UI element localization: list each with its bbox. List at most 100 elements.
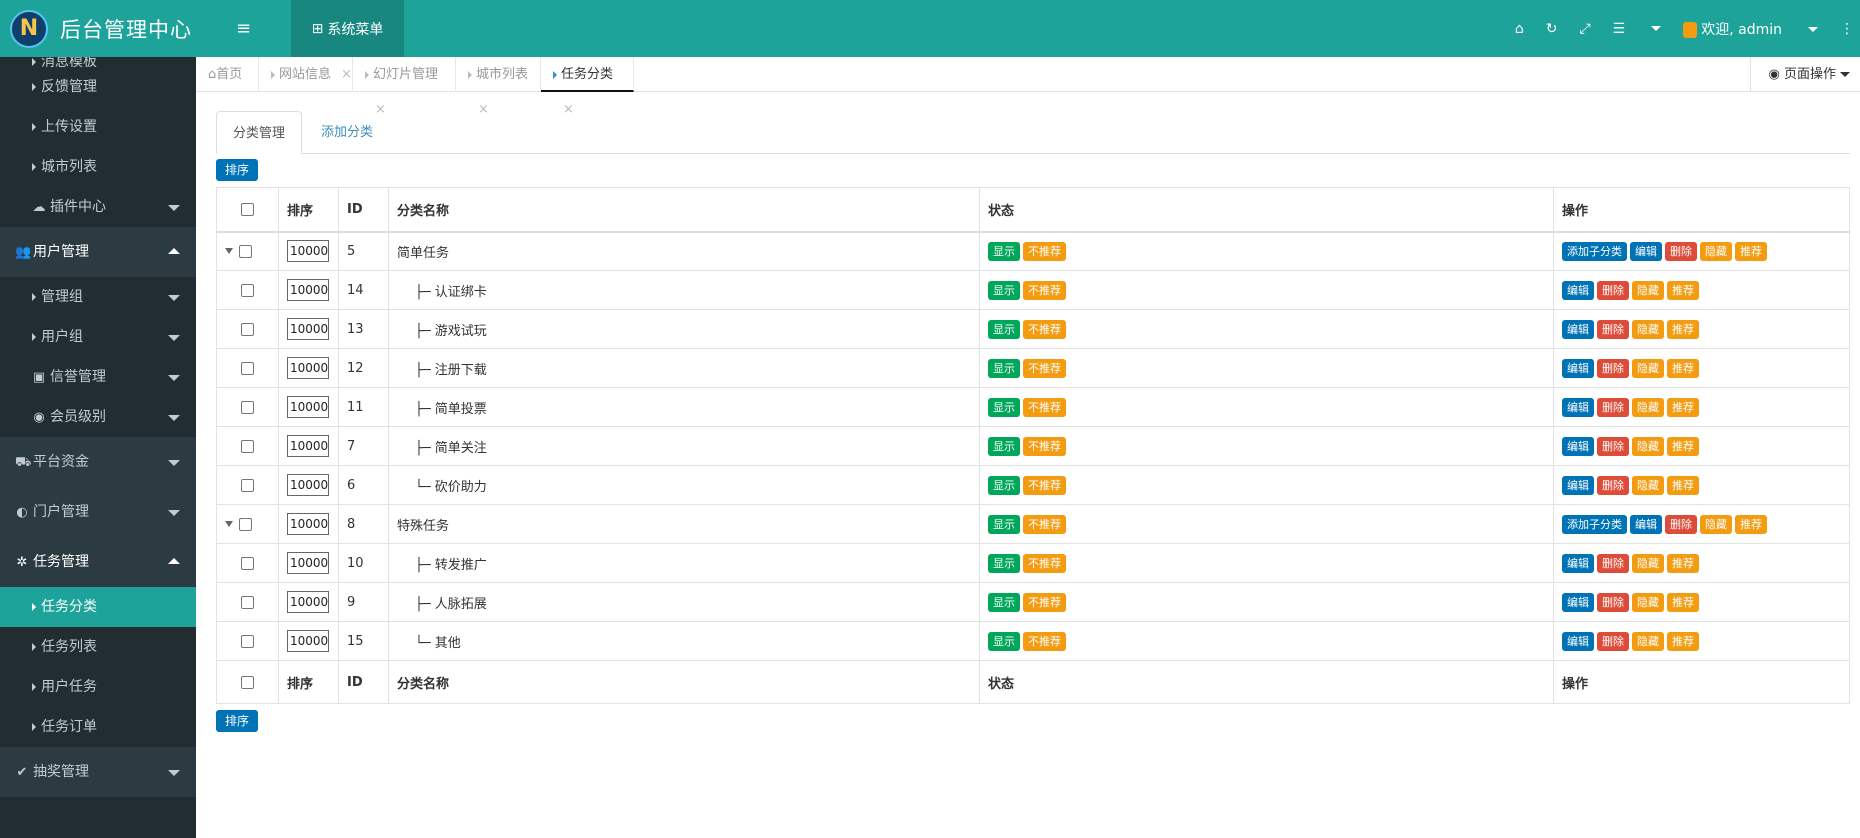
sort-button-bottom[interactable]: 排序 bbox=[216, 710, 259, 732]
add-child-button[interactable]: 添加子分类 bbox=[1562, 514, 1627, 534]
row-checkbox[interactable] bbox=[241, 400, 254, 414]
show-status-badge[interactable]: 显示 bbox=[988, 475, 1020, 495]
recommend-button[interactable]: 推荐 bbox=[1667, 319, 1699, 339]
show-status-badge[interactable]: 显示 bbox=[988, 280, 1020, 300]
select-all-checkbox[interactable] bbox=[241, 202, 254, 216]
sidebar-item[interactable]: ◐ 门户管理 bbox=[0, 487, 196, 537]
edit-button[interactable]: 编辑 bbox=[1562, 319, 1594, 339]
edit-button[interactable]: 编辑 bbox=[1562, 553, 1594, 573]
hide-button[interactable]: 隐藏 bbox=[1632, 358, 1664, 378]
recommend-button[interactable]: 推荐 bbox=[1667, 358, 1699, 378]
select-all-checkbox-footer[interactable] bbox=[241, 675, 254, 689]
system-menu-button[interactable]: ⊞ 系统菜单 bbox=[291, 0, 404, 57]
hide-button[interactable]: 隐藏 bbox=[1632, 475, 1664, 495]
recommend-status-badge[interactable]: 不推荐 bbox=[1023, 514, 1066, 534]
tab-category-manage[interactable]: 分类管理 bbox=[216, 111, 303, 154]
row-checkbox[interactable] bbox=[239, 244, 252, 258]
recommend-status-badge[interactable]: 不推荐 bbox=[1023, 397, 1066, 417]
close-icon[interactable]: × bbox=[478, 102, 489, 117]
sidebar-item[interactable]: 城市列表 bbox=[0, 147, 196, 187]
recommend-button[interactable]: 推荐 bbox=[1735, 241, 1767, 261]
row-checkbox[interactable] bbox=[239, 517, 252, 531]
order-input[interactable]: 10000 bbox=[287, 435, 329, 457]
hide-button[interactable]: 隐藏 bbox=[1632, 553, 1664, 573]
recommend-button[interactable]: 推荐 bbox=[1667, 436, 1699, 456]
delete-button[interactable]: 删除 bbox=[1597, 358, 1629, 378]
sidebar-item[interactable]: 消息模板 bbox=[0, 57, 196, 67]
row-checkbox[interactable] bbox=[241, 556, 254, 570]
delete-button[interactable]: 删除 bbox=[1597, 436, 1629, 456]
page-tab[interactable]: 幻灯片管理× bbox=[353, 57, 456, 117]
sidebar-item[interactable]: ◉ 会员级别 bbox=[0, 397, 196, 437]
sidebar-item[interactable]: 👥 用户管理 bbox=[0, 227, 196, 277]
order-input[interactable]: 10000 bbox=[287, 591, 329, 613]
sidebar-item[interactable]: 反馈管理 bbox=[0, 67, 196, 107]
hide-button[interactable]: 隐藏 bbox=[1632, 592, 1664, 612]
page-operations-button[interactable]: ◉ 页面操作 bbox=[1749, 57, 1860, 92]
row-checkbox[interactable] bbox=[241, 439, 254, 453]
order-input[interactable]: 10000 bbox=[287, 357, 329, 379]
refresh-icon[interactable]: ↻ bbox=[1546, 21, 1558, 37]
page-tab[interactable]: 任务分类 × bbox=[541, 57, 634, 117]
user-menu[interactable]: 欢迎, admin bbox=[1683, 19, 1818, 39]
recommend-button[interactable]: 推荐 bbox=[1667, 631, 1699, 651]
recommend-button[interactable]: 推荐 bbox=[1735, 514, 1767, 534]
delete-button[interactable]: 删除 bbox=[1665, 514, 1697, 534]
hide-button[interactable]: 隐藏 bbox=[1700, 514, 1732, 534]
recommend-status-badge[interactable]: 不推荐 bbox=[1023, 319, 1066, 339]
expand-toggle-icon[interactable] bbox=[225, 248, 233, 255]
expand-toggle-icon[interactable] bbox=[225, 521, 233, 527]
show-status-badge[interactable]: 显示 bbox=[988, 319, 1020, 339]
edit-button[interactable]: 编辑 bbox=[1562, 631, 1594, 651]
order-input[interactable]: 10000 bbox=[287, 240, 329, 263]
row-checkbox[interactable] bbox=[241, 322, 254, 336]
show-status-badge[interactable]: 显示 bbox=[988, 514, 1020, 534]
recommend-button[interactable]: 推荐 bbox=[1667, 397, 1699, 417]
page-tab[interactable]: ⌂首页 bbox=[196, 57, 259, 92]
sidebar-item[interactable]: 任务列表 bbox=[0, 627, 196, 667]
edit-button[interactable]: 编辑 bbox=[1630, 514, 1662, 534]
edit-button[interactable]: 编辑 bbox=[1562, 358, 1594, 378]
tab-add-category[interactable]: 添加分类 bbox=[305, 111, 389, 154]
hide-button[interactable]: 隐藏 bbox=[1700, 241, 1732, 261]
close-icon[interactable]: × bbox=[563, 102, 574, 117]
show-status-badge[interactable]: 显示 bbox=[988, 592, 1020, 612]
edit-button[interactable]: 编辑 bbox=[1562, 397, 1594, 417]
add-child-button[interactable]: 添加子分类 bbox=[1562, 241, 1627, 261]
sidebar-item[interactable]: 任务分类 bbox=[0, 587, 196, 627]
sort-button-top[interactable]: 排序 bbox=[216, 159, 259, 181]
sidebar-item[interactable]: 管理组 bbox=[0, 277, 196, 317]
row-checkbox[interactable] bbox=[241, 283, 254, 297]
edit-button[interactable]: 编辑 bbox=[1562, 592, 1594, 612]
recommend-status-badge[interactable]: 不推荐 bbox=[1023, 475, 1066, 495]
edit-button[interactable]: 编辑 bbox=[1630, 241, 1662, 261]
recommend-button[interactable]: 推荐 bbox=[1667, 553, 1699, 573]
show-status-badge[interactable]: 显示 bbox=[988, 631, 1020, 651]
delete-button[interactable]: 删除 bbox=[1597, 397, 1629, 417]
hide-button[interactable]: 隐藏 bbox=[1632, 319, 1664, 339]
hide-button[interactable]: 隐藏 bbox=[1632, 436, 1664, 456]
show-status-badge[interactable]: 显示 bbox=[988, 436, 1020, 456]
edit-button[interactable]: 编辑 bbox=[1562, 475, 1594, 495]
sidebar-item[interactable]: 用户组 bbox=[0, 317, 196, 357]
recommend-button[interactable]: 推荐 bbox=[1667, 475, 1699, 495]
recommend-status-badge[interactable]: 不推荐 bbox=[1023, 553, 1066, 573]
sidebar-item[interactable]: ✔ 抽奖管理 bbox=[0, 747, 196, 797]
show-status-badge[interactable]: 显示 bbox=[988, 397, 1020, 417]
hide-button[interactable]: 隐藏 bbox=[1632, 280, 1664, 300]
show-status-badge[interactable]: 显示 bbox=[988, 241, 1020, 261]
sidebar-item[interactable]: ⛟ 平台资金 bbox=[0, 437, 196, 487]
recommend-status-badge[interactable]: 不推荐 bbox=[1023, 592, 1066, 612]
more-icon[interactable]: ⋮ bbox=[1840, 21, 1854, 37]
sidebar-item[interactable]: 用户任务 bbox=[0, 667, 196, 707]
show-status-badge[interactable]: 显示 bbox=[988, 358, 1020, 378]
order-input[interactable]: 10000 bbox=[287, 318, 329, 340]
order-input[interactable]: 10000 bbox=[287, 474, 329, 496]
recommend-status-badge[interactable]: 不推荐 bbox=[1023, 280, 1066, 300]
sidebar-item[interactable]: 上传设置 bbox=[0, 107, 196, 147]
sidebar-item[interactable]: ☁ 插件中心 bbox=[0, 187, 196, 227]
page-tab[interactable]: 城市列表 × bbox=[456, 57, 541, 117]
list-menu-button[interactable]: ☰ bbox=[1613, 21, 1662, 37]
logo[interactable]: N 后台管理中心 bbox=[0, 0, 196, 57]
edit-button[interactable]: 编辑 bbox=[1562, 280, 1594, 300]
